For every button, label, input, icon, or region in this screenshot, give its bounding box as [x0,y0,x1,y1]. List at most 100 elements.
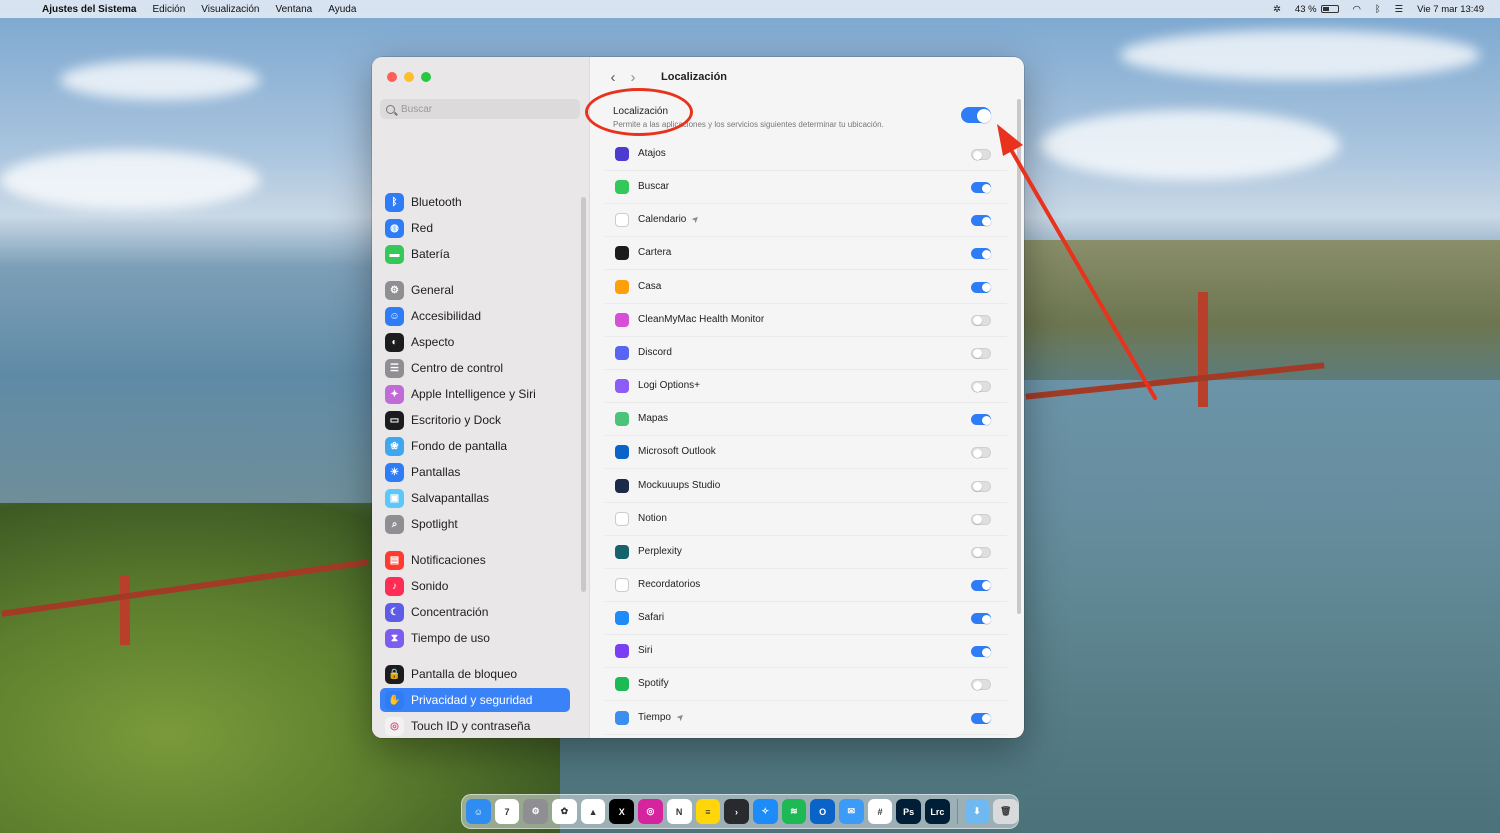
wifi-icon[interactable]: ◠ [1353,4,1361,15]
sidebar-item-red[interactable]: ◍ Red [380,216,570,240]
photos-icon[interactable]: ✿ [552,799,577,824]
settings-icon[interactable]: ⚙ [523,799,549,824]
sidebar-item-spotlight[interactable]: ⌕ Spotlight [380,512,570,536]
app-location-toggle[interactable] [971,248,991,260]
app-location-toggle[interactable] [971,513,991,525]
sidebar-item-tiempo-de-uso[interactable]: ⧗ Tiempo de uso [380,626,570,650]
app-location-toggle[interactable] [971,215,991,227]
app-location-toggle[interactable] [971,381,991,393]
sidebar-item-privacidad-y-seguridad[interactable]: ✋ Privacidad y seguridad [380,688,570,712]
menu-ayuda[interactable]: Ayuda [328,4,356,15]
sidebar-item-label: Accesibilidad [411,309,482,323]
app-location-toggle[interactable] [971,712,991,724]
network-icon: ◍ [385,218,404,238]
bluetooth-menu-icon[interactable]: ᛒ [1375,4,1381,15]
notion-icon[interactable]: N [666,799,692,824]
app-location-toggle[interactable] [971,679,991,691]
app-location-toggle[interactable] [971,646,991,658]
app-location-toggle[interactable] [971,579,991,591]
back-button[interactable]: ‹ [603,69,623,86]
app-row: Cartera [605,237,1007,271]
app-name: CleanMyMac Health Monitor [638,313,765,325]
app-location-toggle[interactable] [971,546,991,558]
sidebar-scrollbar[interactable] [581,197,586,592]
search-input[interactable]: Buscar [380,99,580,119]
sidebar-item-aspecto[interactable]: ◐ Aspecto [380,330,570,354]
app-location-toggle[interactable] [971,414,991,426]
plex-icon[interactable]: › [724,799,749,824]
app-row: Logi Options+ [605,370,1007,404]
app-location-toggle[interactable] [971,149,991,160]
sidebar-item-batería[interactable]: ▬ Batería [380,242,570,266]
sidebar-item-label: Fondo de pantalla [411,439,508,453]
sidebar-item-salvapantallas[interactable]: ▣ Salvapantallas [380,486,570,510]
screen-time-icon: ⧗ [385,628,404,648]
sidebar-item-general[interactable]: ⚙ General [380,278,570,302]
battery-status[interactable]: 43 % [1295,4,1339,15]
app-location-toggle[interactable] [971,182,991,194]
instagram-icon[interactable]: ◎ [638,799,663,824]
x-icon[interactable]: X [609,799,635,824]
trash-icon[interactable]: 🗑 [993,799,1019,824]
menu-app-name[interactable]: Ajustes del Sistema [42,4,136,15]
sidebar-item-accesibilidad[interactable]: ☺ Accesibilidad [380,304,570,328]
minimize-button[interactable] [404,72,414,82]
app-location-toggle[interactable] [971,480,991,492]
app-location-toggle[interactable] [971,281,991,293]
app-name: Perplexity [638,545,682,557]
sidebar-item-centro-de-control[interactable]: ☰ Centro de control [380,356,570,380]
mail-icon[interactable]: ✉ [838,799,864,824]
app-row: Discord [605,337,1007,370]
app-row: Buscar [605,171,1007,205]
sidebar-item-escritorio-y-dock[interactable]: ▭ Escritorio y Dock [380,408,570,432]
sidebar-item-fondo-de-pantalla[interactable]: ❀ Fondo de pantalla [380,434,570,458]
annotation-circle [585,88,693,136]
app-label: Cartera [638,247,671,258]
zoom-button[interactable] [421,72,431,82]
control-center-menu-icon[interactable]: ☰ [1395,4,1404,15]
app-location-toggle[interactable] [971,347,991,359]
slack-icon[interactable]: # [867,799,893,824]
content-scrollbar[interactable] [1017,99,1021,614]
control-center-icon: ☰ [385,358,404,378]
menu-visualizacion[interactable]: Visualización [201,4,259,15]
location-services-toggle[interactable] [961,107,991,123]
sidebar-item-notificaciones[interactable]: ▤ Notificaciones [380,548,570,572]
downloads-folder-icon[interactable]: ⬇ [964,799,990,824]
sidebar-item-label: Sonido [411,579,449,593]
sidebar-item-bluetooth[interactable]: ᛒ Bluetooth [380,190,570,214]
sidebar-item-pantallas[interactable]: ☀ Pantallas [380,460,570,484]
location-arrow-icon: ➤ [689,213,702,226]
calendar-icon[interactable]: 7 [494,799,520,824]
close-button[interactable] [387,72,397,82]
sidebar-item-sonido[interactable]: ♪ Sonido [380,574,570,598]
search-placeholder: Buscar [401,103,433,115]
safari-icon[interactable]: ✧ [752,799,778,824]
notes-icon[interactable]: ≡ [695,799,721,824]
sidebar-item-label: General [411,283,454,297]
location-arrow-icon: ➤ [674,710,687,723]
sidebar-item-pantalla-de-bloqueo[interactable]: 🔒 Pantalla de bloqueo [380,662,570,686]
spotify-icon[interactable]: ≋ [781,799,807,824]
app-label: Mapas [638,413,668,424]
menu-edicion[interactable]: Edición [152,4,185,15]
app-name: Mapas [638,413,669,425]
menubar-clock[interactable]: Vie 7 mar 13:49 [1417,4,1484,15]
app-name: Mockuuups Studio [638,479,721,491]
finder-icon[interactable]: ☺ [466,799,491,824]
forward-button[interactable]: › [623,69,643,86]
menu-ventana[interactable]: Ventana [275,4,312,15]
sidebar-item-touch-id-y-contraseña[interactable]: ◎ Touch ID y contraseña [380,714,570,738]
sidebar-item-concentración[interactable]: ☾ Concentración [380,600,570,624]
outlook-icon[interactable]: O [810,799,835,824]
app-location-toggle[interactable] [971,447,991,459]
sidebar-item-label: Pantalla de bloqueo [411,667,518,681]
photoshop-icon[interactable]: Ps [896,799,921,824]
app-location-toggle[interactable] [971,613,991,625]
drive-icon[interactable]: ▲ [580,799,606,824]
app-location-toggle[interactable] [971,314,991,326]
lightroom-icon[interactable]: Lrc [925,799,950,824]
extension-icon[interactable]: ✲ [1273,4,1281,15]
sidebar-item-apple-intelligence-y-siri[interactable]: ✦ Apple Intelligence y Siri [380,382,570,406]
findmy-icon [615,180,629,195]
